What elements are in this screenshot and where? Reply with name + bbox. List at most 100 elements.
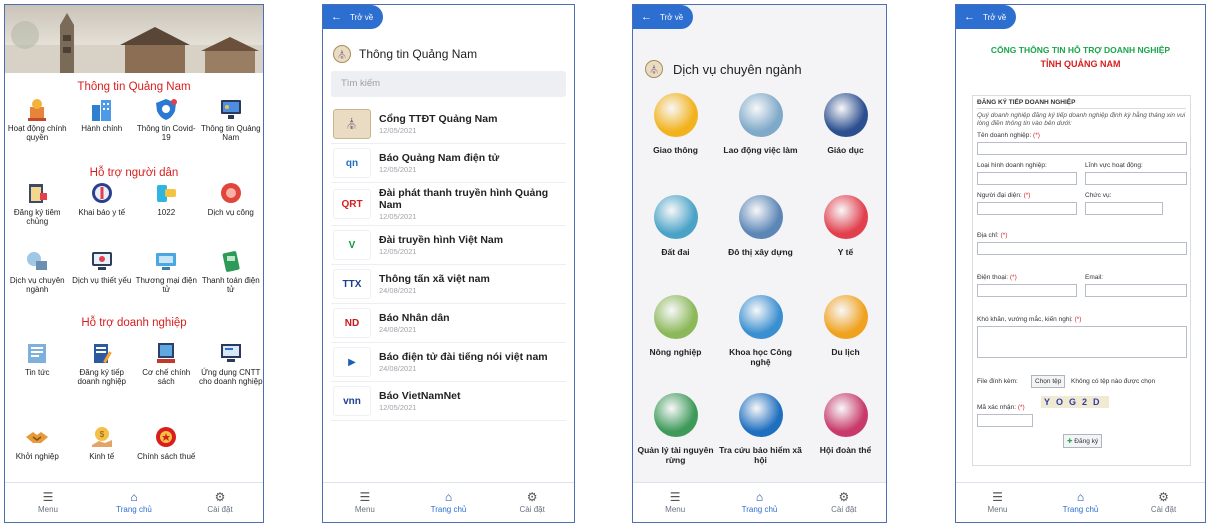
choose-file-button[interactable]: Chọn tệp (1031, 375, 1066, 388)
activity-field[interactable] (1085, 172, 1187, 185)
email-field[interactable] (1085, 284, 1187, 297)
news-item[interactable]: qn Báo Quảng Nam điện tử 12/05/2021 (331, 144, 566, 183)
field-label: Lĩnh vực hoạt động: (1085, 162, 1143, 169)
grid-item-vaccination[interactable]: Đăng ký tiêm chủng (5, 181, 70, 226)
service-item[interactable]: Lao động việc làm (718, 93, 803, 155)
grid-item-label: Thanh toán điện tử (201, 276, 260, 294)
service-item[interactable]: Hội đoàn thể (803, 393, 886, 455)
nav-settings-label: Cài đặt (1150, 505, 1177, 514)
service-icon (738, 295, 783, 339)
grid-item-register-business[interactable]: Đăng ký tiếp doanh nghiệp (70, 341, 135, 386)
register-form: ĐĂNG KÝ TIẾP DOANH NGHIỆP Quý doanh nghi… (972, 95, 1191, 466)
news-item[interactable]: TTX Thông tấn xã việt nam 24/08/2021 (331, 265, 566, 304)
portal-heading-line2: TỈNH QUẢNG NAM (1040, 59, 1121, 69)
difficulty-textarea[interactable] (977, 326, 1187, 358)
bottom-nav: ☰ Menu ⌂ Trang chủ ⚙ Cài đặt (5, 482, 263, 522)
grid-item-1022[interactable]: 1022 (134, 181, 199, 226)
address-field[interactable] (977, 242, 1187, 255)
nav-menu[interactable]: ☰ Menu (323, 483, 407, 522)
news-logo-icon: qn (333, 148, 371, 178)
nav-menu[interactable]: ☰ Menu (956, 483, 1039, 522)
required-mark: (*) (1009, 274, 1017, 281)
grid-item-covid[interactable]: Thông tin Covid-19 (134, 97, 199, 142)
grid-item-policy[interactable]: Cơ chế chính sách (134, 341, 199, 386)
grid-item-label: Dịch vụ thiết yếu (72, 276, 132, 285)
grid-item-news[interactable]: Tin tức (5, 341, 70, 386)
back-button[interactable]: ← Trở về (956, 5, 1016, 29)
captcha-field[interactable] (977, 414, 1033, 427)
news-item[interactable]: ND Báo Nhân dân 24/08/2021 (331, 304, 566, 343)
news-item[interactable]: ⛪ Cổng TTĐT Quảng Nam 12/05/2021 (331, 105, 566, 144)
service-item[interactable]: Giáo dục (803, 93, 886, 155)
nav-settings[interactable]: ⚙ Cài đặt (490, 483, 574, 522)
news-logo-icon: ▶ (333, 347, 371, 377)
gear-icon: ⚙ (1158, 490, 1169, 504)
grid-item-tax-policy[interactable]: Chính sách thuế (134, 425, 199, 461)
nav-menu[interactable]: ☰ Menu (5, 483, 91, 522)
grid-item-public-service[interactable]: Dịch vụ công (199, 181, 264, 226)
grid-item-it-application[interactable]: Ứng dụng CNTT cho doanh nghiệp (199, 341, 264, 386)
rep-field[interactable] (977, 202, 1077, 215)
grid-item-quangnam-info[interactable]: Thông tin Quảng Nam (199, 97, 264, 142)
news-logo-icon: vnn (333, 386, 371, 416)
news-item[interactable]: ▶ Báo điện tử đài tiếng nói việt nam 24/08… (331, 343, 566, 382)
position-field[interactable] (1085, 202, 1163, 215)
service-icon (653, 295, 698, 339)
service-item[interactable]: Du lịch (803, 295, 886, 357)
nav-home[interactable]: ⌂ Trang chủ (1039, 483, 1122, 522)
back-arrow-icon: ← (641, 11, 652, 23)
service-item[interactable]: Giao thông (633, 93, 718, 155)
company-field[interactable] (977, 142, 1187, 155)
grid-item-government[interactable]: Hoạt động chính quyền (5, 97, 70, 142)
register-button[interactable]: ✚ Đăng ký (1063, 434, 1103, 448)
news-title: Báo điện tử đài tiếng nói việt nam (379, 351, 548, 363)
service-label: Tra cứu bảo hiểm xã hội (719, 445, 802, 465)
nav-home[interactable]: ⌂ Trang chủ (717, 483, 801, 522)
service-item[interactable]: Đô thị xây dựng (718, 195, 803, 257)
grid-item-startup[interactable]: Khởi nghiệp (5, 425, 70, 461)
news-title: Báo VietNamNet (379, 390, 461, 402)
nav-settings[interactable]: ⚙ Cài đặt (177, 483, 263, 522)
back-button[interactable]: ← Trở về (323, 5, 383, 29)
info-grid: Hoạt động chính quyền Hành chính Thông t… (5, 97, 263, 142)
nav-settings[interactable]: ⚙ Cài đặt (1122, 483, 1205, 522)
difficulty-label-text: Khó khăn, vướng mắc, kiến nghị: (977, 316, 1073, 323)
nav-settings[interactable]: ⚙ Cài đặt (802, 483, 886, 522)
service-label: Đô thị xây dựng (728, 247, 793, 257)
service-item[interactable]: Y tế (803, 195, 886, 257)
grid-item-health-declaration[interactable]: Khai báo y tế (70, 181, 135, 226)
grid-item-administration[interactable]: Hành chính (70, 97, 135, 142)
gear-icon: ⚙ (838, 490, 850, 504)
search-input[interactable]: Tìm kiếm (331, 71, 566, 97)
type-field[interactable] (977, 172, 1077, 185)
nav-menu-label: Menu (665, 505, 686, 514)
news-item[interactable]: vnn Báo VietNamNet 12/05/2021 (331, 382, 566, 421)
attach-label: File đính kèm: (977, 378, 1018, 385)
grid-item-e-payment[interactable]: Thanh toán điện tử (199, 249, 264, 294)
info-screen: ← Trở về ⛪ Thông tin Quảng Nam Tìm kiếm ⛪… (322, 4, 575, 523)
nav-menu[interactable]: ☰ Menu (633, 483, 717, 522)
service-item[interactable]: Quản lý tài nguyên rừng (633, 393, 718, 465)
news-logo-icon: V (333, 230, 371, 260)
service-item[interactable]: Tra cứu bảo hiểm xã hội (718, 393, 803, 465)
service-item[interactable]: Nông nghiệp (633, 295, 718, 357)
grid-item-label: Kinh tế (89, 452, 115, 461)
service-item[interactable]: Khoa học Công nghệ (718, 295, 803, 367)
news-item[interactable]: QRT Đài phát thanh truyền hình Quảng Nam 1… (331, 183, 566, 226)
nav-home[interactable]: ⌂ Trang chủ (91, 483, 177, 522)
plus-icon: ✚ (1067, 438, 1073, 445)
grid-item-economy[interactable]: $ Kinh tế (70, 425, 135, 461)
required-mark: (*) (1023, 192, 1031, 199)
newspaper-icon (28, 344, 47, 363)
service-icon (653, 93, 698, 137)
nav-home[interactable]: ⌂ Trang chủ (407, 483, 491, 522)
back-button[interactable]: ← Trở về (633, 5, 693, 29)
home-icon: ⌂ (1076, 490, 1085, 504)
grid-item-essential-service[interactable]: Dịch vụ thiết yếu (70, 249, 135, 294)
phone-field[interactable] (977, 284, 1077, 297)
grid-item-ecommerce[interactable]: Thương mại điện tử (134, 249, 199, 294)
service-item[interactable]: Đất đai (633, 195, 718, 257)
computer-icon (220, 344, 241, 362)
grid-item-specialized-service[interactable]: Dịch vụ chuyên ngành (5, 249, 70, 294)
news-item[interactable]: V Đài truyền hình Việt Nam 12/05/2021 (331, 226, 566, 265)
